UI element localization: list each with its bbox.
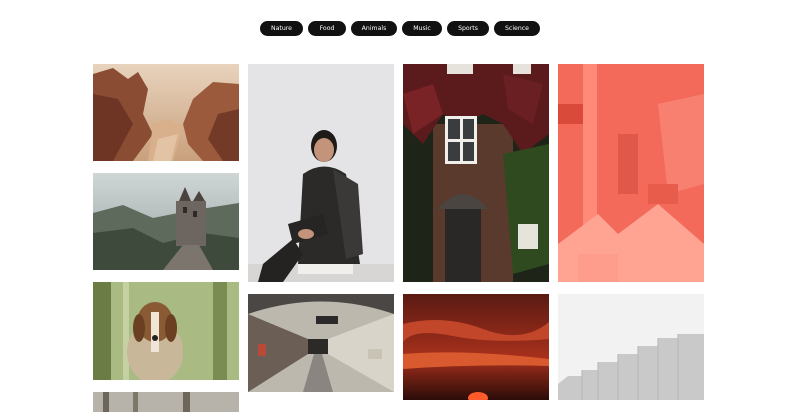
photo-coral-architecture[interactable] bbox=[558, 64, 704, 282]
photo-woman-portrait[interactable] bbox=[248, 64, 394, 282]
photo-red-sunset[interactable] bbox=[403, 294, 549, 400]
photo-canyon-rocks[interactable] bbox=[93, 64, 239, 161]
photo-grey-buildings[interactable] bbox=[558, 294, 704, 400]
photo-ivy-building-door[interactable] bbox=[403, 64, 549, 282]
photo-underground-station[interactable] bbox=[248, 294, 394, 392]
photo-hilltop-castle[interactable] bbox=[93, 173, 239, 270]
photo-gallery-grid bbox=[0, 0, 800, 412]
photo-forest-bottom[interactable] bbox=[93, 392, 239, 412]
photo-beagle-dog[interactable] bbox=[93, 282, 239, 380]
